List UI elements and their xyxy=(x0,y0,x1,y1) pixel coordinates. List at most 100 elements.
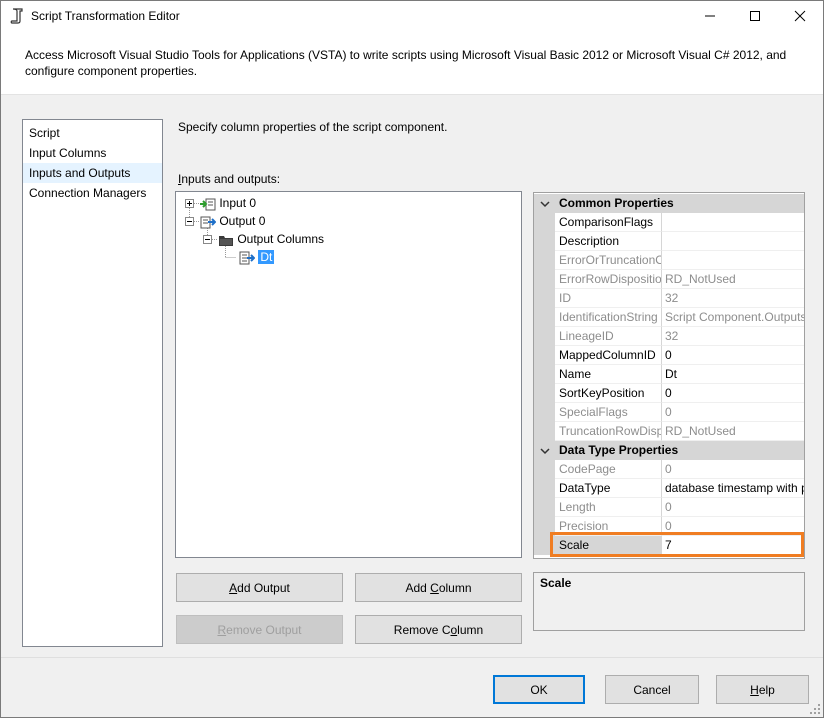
add-output-label: dd Output xyxy=(237,580,290,595)
add-column-label: olumn xyxy=(438,580,472,595)
row-gutter xyxy=(534,460,555,479)
category-label: Common Properties xyxy=(559,196,674,210)
prop-row-comparisonflags[interactable]: ComparisonFlags xyxy=(534,213,804,232)
prop-name: Name xyxy=(555,365,662,384)
io-label-rest: nputs and outputs: xyxy=(181,172,281,186)
prop-value[interactable] xyxy=(662,213,804,232)
property-grid[interactable]: Common Properties ComparisonFlags Descri… xyxy=(533,192,805,559)
tree-node-dt[interactable]: Dt xyxy=(237,248,275,266)
close-button[interactable] xyxy=(777,1,822,31)
prop-row-codepage[interactable]: CodePage 0 xyxy=(534,460,804,479)
prop-name: SortKeyPosition xyxy=(555,384,662,403)
tree-node-output-0[interactable]: Output 0 xyxy=(200,212,265,230)
page-nav-list[interactable]: Script Input Columns Inputs and Outputs … xyxy=(22,119,163,647)
row-gutter xyxy=(534,232,555,251)
footer-separator xyxy=(1,657,823,658)
row-gutter xyxy=(534,365,555,384)
minimize-icon xyxy=(704,15,715,17)
row-gutter xyxy=(534,308,555,327)
category-data-type-properties[interactable]: Data Type Properties xyxy=(534,441,804,460)
prop-row-specialflags[interactable]: SpecialFlags 0 xyxy=(534,403,804,422)
resize-grip-icon[interactable] xyxy=(809,703,821,715)
script-icon xyxy=(10,8,23,24)
prop-name: ErrorOrTruncationO xyxy=(555,251,662,270)
prop-name: ErrorRowDispositio xyxy=(555,270,662,289)
prop-row-lineageid[interactable]: LineageID 32 xyxy=(534,327,804,346)
ok-button[interactable]: OK xyxy=(493,675,585,704)
prop-value[interactable]: database timestamp with p xyxy=(662,479,804,498)
prop-name: ComparisonFlags xyxy=(555,213,662,232)
nav-item-connection-managers[interactable]: Connection Managers xyxy=(23,183,162,203)
maximize-button[interactable] xyxy=(732,1,777,31)
prop-row-identificationstring[interactable]: IdentificationString Script Component.Out… xyxy=(534,308,804,327)
prop-value: RD_NotUsed xyxy=(662,422,804,441)
tree-node-output-columns[interactable]: Output Columns xyxy=(218,230,324,248)
cancel-button[interactable]: Cancel xyxy=(605,675,699,704)
column-icon xyxy=(239,251,256,265)
prop-name: ID xyxy=(555,289,662,308)
prop-value[interactable]: 0 xyxy=(662,384,804,403)
prop-name: LineageID xyxy=(555,327,662,346)
window-title: Script Transformation Editor xyxy=(31,9,180,23)
add-column-button[interactable]: Add Column xyxy=(355,573,522,602)
add-output-button[interactable]: Add Output xyxy=(176,573,343,602)
prop-value xyxy=(662,251,804,270)
remove-output-button[interactable]: Remove Output xyxy=(176,615,343,644)
prop-row-length[interactable]: Length 0 xyxy=(534,498,804,517)
prop-name: SpecialFlags xyxy=(555,403,662,422)
prop-value[interactable] xyxy=(662,232,804,251)
input-icon xyxy=(200,198,216,211)
header-band: Access Microsoft Visual Studio Tools for… xyxy=(1,31,823,95)
prop-value: 0 xyxy=(662,403,804,422)
instruction-text: Specify column properties of the script … xyxy=(178,120,448,134)
tree-label-output-0: Output 0 xyxy=(219,214,266,228)
prop-row-id[interactable]: ID 32 xyxy=(534,289,804,308)
prop-row-datatype[interactable]: DataType database timestamp with p xyxy=(534,479,804,498)
tree-node-input-0[interactable]: Input 0 xyxy=(200,194,256,212)
prop-value: 0 xyxy=(662,460,804,479)
row-gutter xyxy=(534,289,555,308)
add-column-label-pre: Add xyxy=(405,580,431,595)
row-gutter xyxy=(534,270,555,289)
inputs-outputs-tree[interactable]: Input 0 Output 0 Output Columns Dt xyxy=(175,191,522,558)
prop-row-description[interactable]: Description xyxy=(534,232,804,251)
row-gutter xyxy=(534,479,555,498)
remove-column-label: lumn xyxy=(457,622,484,637)
row-gutter xyxy=(534,327,555,346)
prop-row-truncationrowdisposition[interactable]: TruncationRowDisp RD_NotUsed xyxy=(534,422,804,441)
inputs-outputs-label: Inputs and outputs: xyxy=(178,172,280,186)
minimize-button[interactable] xyxy=(687,1,732,31)
prop-row-name[interactable]: Name Dt xyxy=(534,365,804,384)
prop-value[interactable]: 0 xyxy=(662,346,804,365)
prop-row-sortkeyposition[interactable]: SortKeyPosition 0 xyxy=(534,384,804,403)
prop-name: TruncationRowDisp xyxy=(555,422,662,441)
prop-row-mappedcolumnid[interactable]: MappedColumnID 0 xyxy=(534,346,804,365)
tree-label-input-0: Input 0 xyxy=(219,196,257,210)
remove-column-button[interactable]: Remove Co lumn xyxy=(355,615,522,644)
row-gutter xyxy=(534,498,555,517)
help-button[interactable]: Help xyxy=(716,675,809,704)
prop-value: Script Component.Outputs xyxy=(662,308,804,327)
prop-value: 32 xyxy=(662,289,804,308)
remove-column-accel: o xyxy=(450,622,458,637)
output-icon xyxy=(200,216,217,229)
prop-value[interactable]: Dt xyxy=(662,365,804,384)
chevron-down-icon xyxy=(540,201,550,208)
nav-item-inputs-and-outputs[interactable]: Inputs and Outputs xyxy=(23,163,162,183)
category-common-properties[interactable]: Common Properties xyxy=(534,194,804,213)
nav-item-script[interactable]: Script xyxy=(23,123,162,143)
chevron-down-icon xyxy=(540,448,550,455)
add-column-accel: C xyxy=(430,580,439,595)
category-label: Data Type Properties xyxy=(559,443,679,457)
scale-highlight-box xyxy=(550,532,804,557)
prop-row-errorortruncation[interactable]: ErrorOrTruncationO xyxy=(534,251,804,270)
prop-name: DataType xyxy=(555,479,662,498)
close-icon xyxy=(794,10,805,22)
cancel-label: Cancel xyxy=(633,682,671,697)
remove-output-accel: R xyxy=(217,622,227,637)
property-description-title: Scale xyxy=(540,576,572,590)
nav-item-input-columns[interactable]: Input Columns xyxy=(23,143,162,163)
row-gutter xyxy=(534,384,555,403)
prop-name: CodePage xyxy=(555,460,662,479)
prop-row-errorrowdisposition[interactable]: ErrorRowDispositio RD_NotUsed xyxy=(534,270,804,289)
